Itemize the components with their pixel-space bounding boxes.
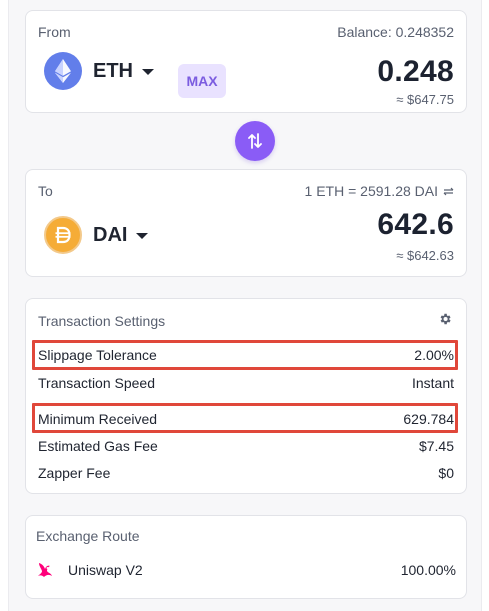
zapper-fee-value: $0: [438, 465, 454, 481]
max-button[interactable]: MAX: [178, 64, 226, 98]
swap-panel: From Balance: 0.248352 ETH MAX 0.248 ≈ $…: [8, 0, 482, 611]
from-label: From: [38, 24, 71, 40]
chevron-down-icon: [136, 233, 149, 239]
gear-icon[interactable]: [438, 312, 452, 326]
from-card: From Balance: 0.248352 ETH MAX 0.248 ≈ $…: [25, 10, 467, 113]
route-row: Uniswap V2 100.00%: [36, 561, 456, 579]
to-amount: 642.6: [377, 208, 454, 241]
speed-value: Instant: [411, 375, 454, 391]
from-usd-value: ≈ $647.75: [396, 92, 454, 107]
dai-icon: [44, 216, 82, 254]
from-token-name: ETH: [93, 59, 133, 82]
from-token-select[interactable]: ETH: [44, 52, 154, 90]
speed-label: Transaction Speed: [38, 375, 155, 391]
zapper-fee-label: Zapper Fee: [38, 465, 111, 481]
gas-fee-value: $7.45: [418, 438, 454, 454]
gas-fee-label: Estimated Gas Fee: [38, 438, 158, 454]
to-usd-value: ≈ $642.63: [396, 248, 454, 263]
to-label: To: [38, 183, 53, 199]
route-share: 100.00%: [400, 562, 456, 578]
settings-row-zapper-fee: Zapper Fee $0: [38, 463, 454, 483]
exchange-rate[interactable]: 1 ETH = 2591.28 DAI: [305, 183, 454, 199]
exchange-route-card: Exchange Route Uniswap V2 100.00%: [25, 515, 467, 599]
balance-text: Balance: 0.248352: [337, 24, 454, 40]
exchange-route-title: Exchange Route: [36, 528, 140, 544]
to-token-name: DAI: [93, 223, 128, 246]
swap-arrows-icon: [248, 133, 262, 149]
from-amount-input[interactable]: 0.248: [377, 55, 454, 89]
chevron-down-icon: [142, 69, 154, 75]
uniswap-icon: [38, 563, 52, 577]
route-dex-name: Uniswap V2: [68, 562, 143, 578]
ethereum-icon: [44, 52, 82, 90]
refresh-icon: [443, 187, 454, 195]
transaction-settings-card: Transaction Settings Slippage Tolerance …: [25, 298, 467, 494]
highlight-box-slippage: [32, 340, 458, 370]
to-token-select[interactable]: DAI: [44, 216, 149, 254]
settings-row-speed[interactable]: Transaction Speed Instant: [38, 373, 454, 393]
to-card: To 1 ETH = 2591.28 DAI DAI 642.6 ≈ $642.…: [25, 169, 467, 277]
settings-row-gas-fee: Estimated Gas Fee $7.45: [38, 436, 454, 456]
highlight-box-minimum-received: [32, 403, 458, 433]
exchange-rate-text: 1 ETH = 2591.28 DAI: [304, 183, 438, 199]
settings-title: Transaction Settings: [38, 313, 166, 329]
swap-direction-button[interactable]: [235, 121, 275, 161]
